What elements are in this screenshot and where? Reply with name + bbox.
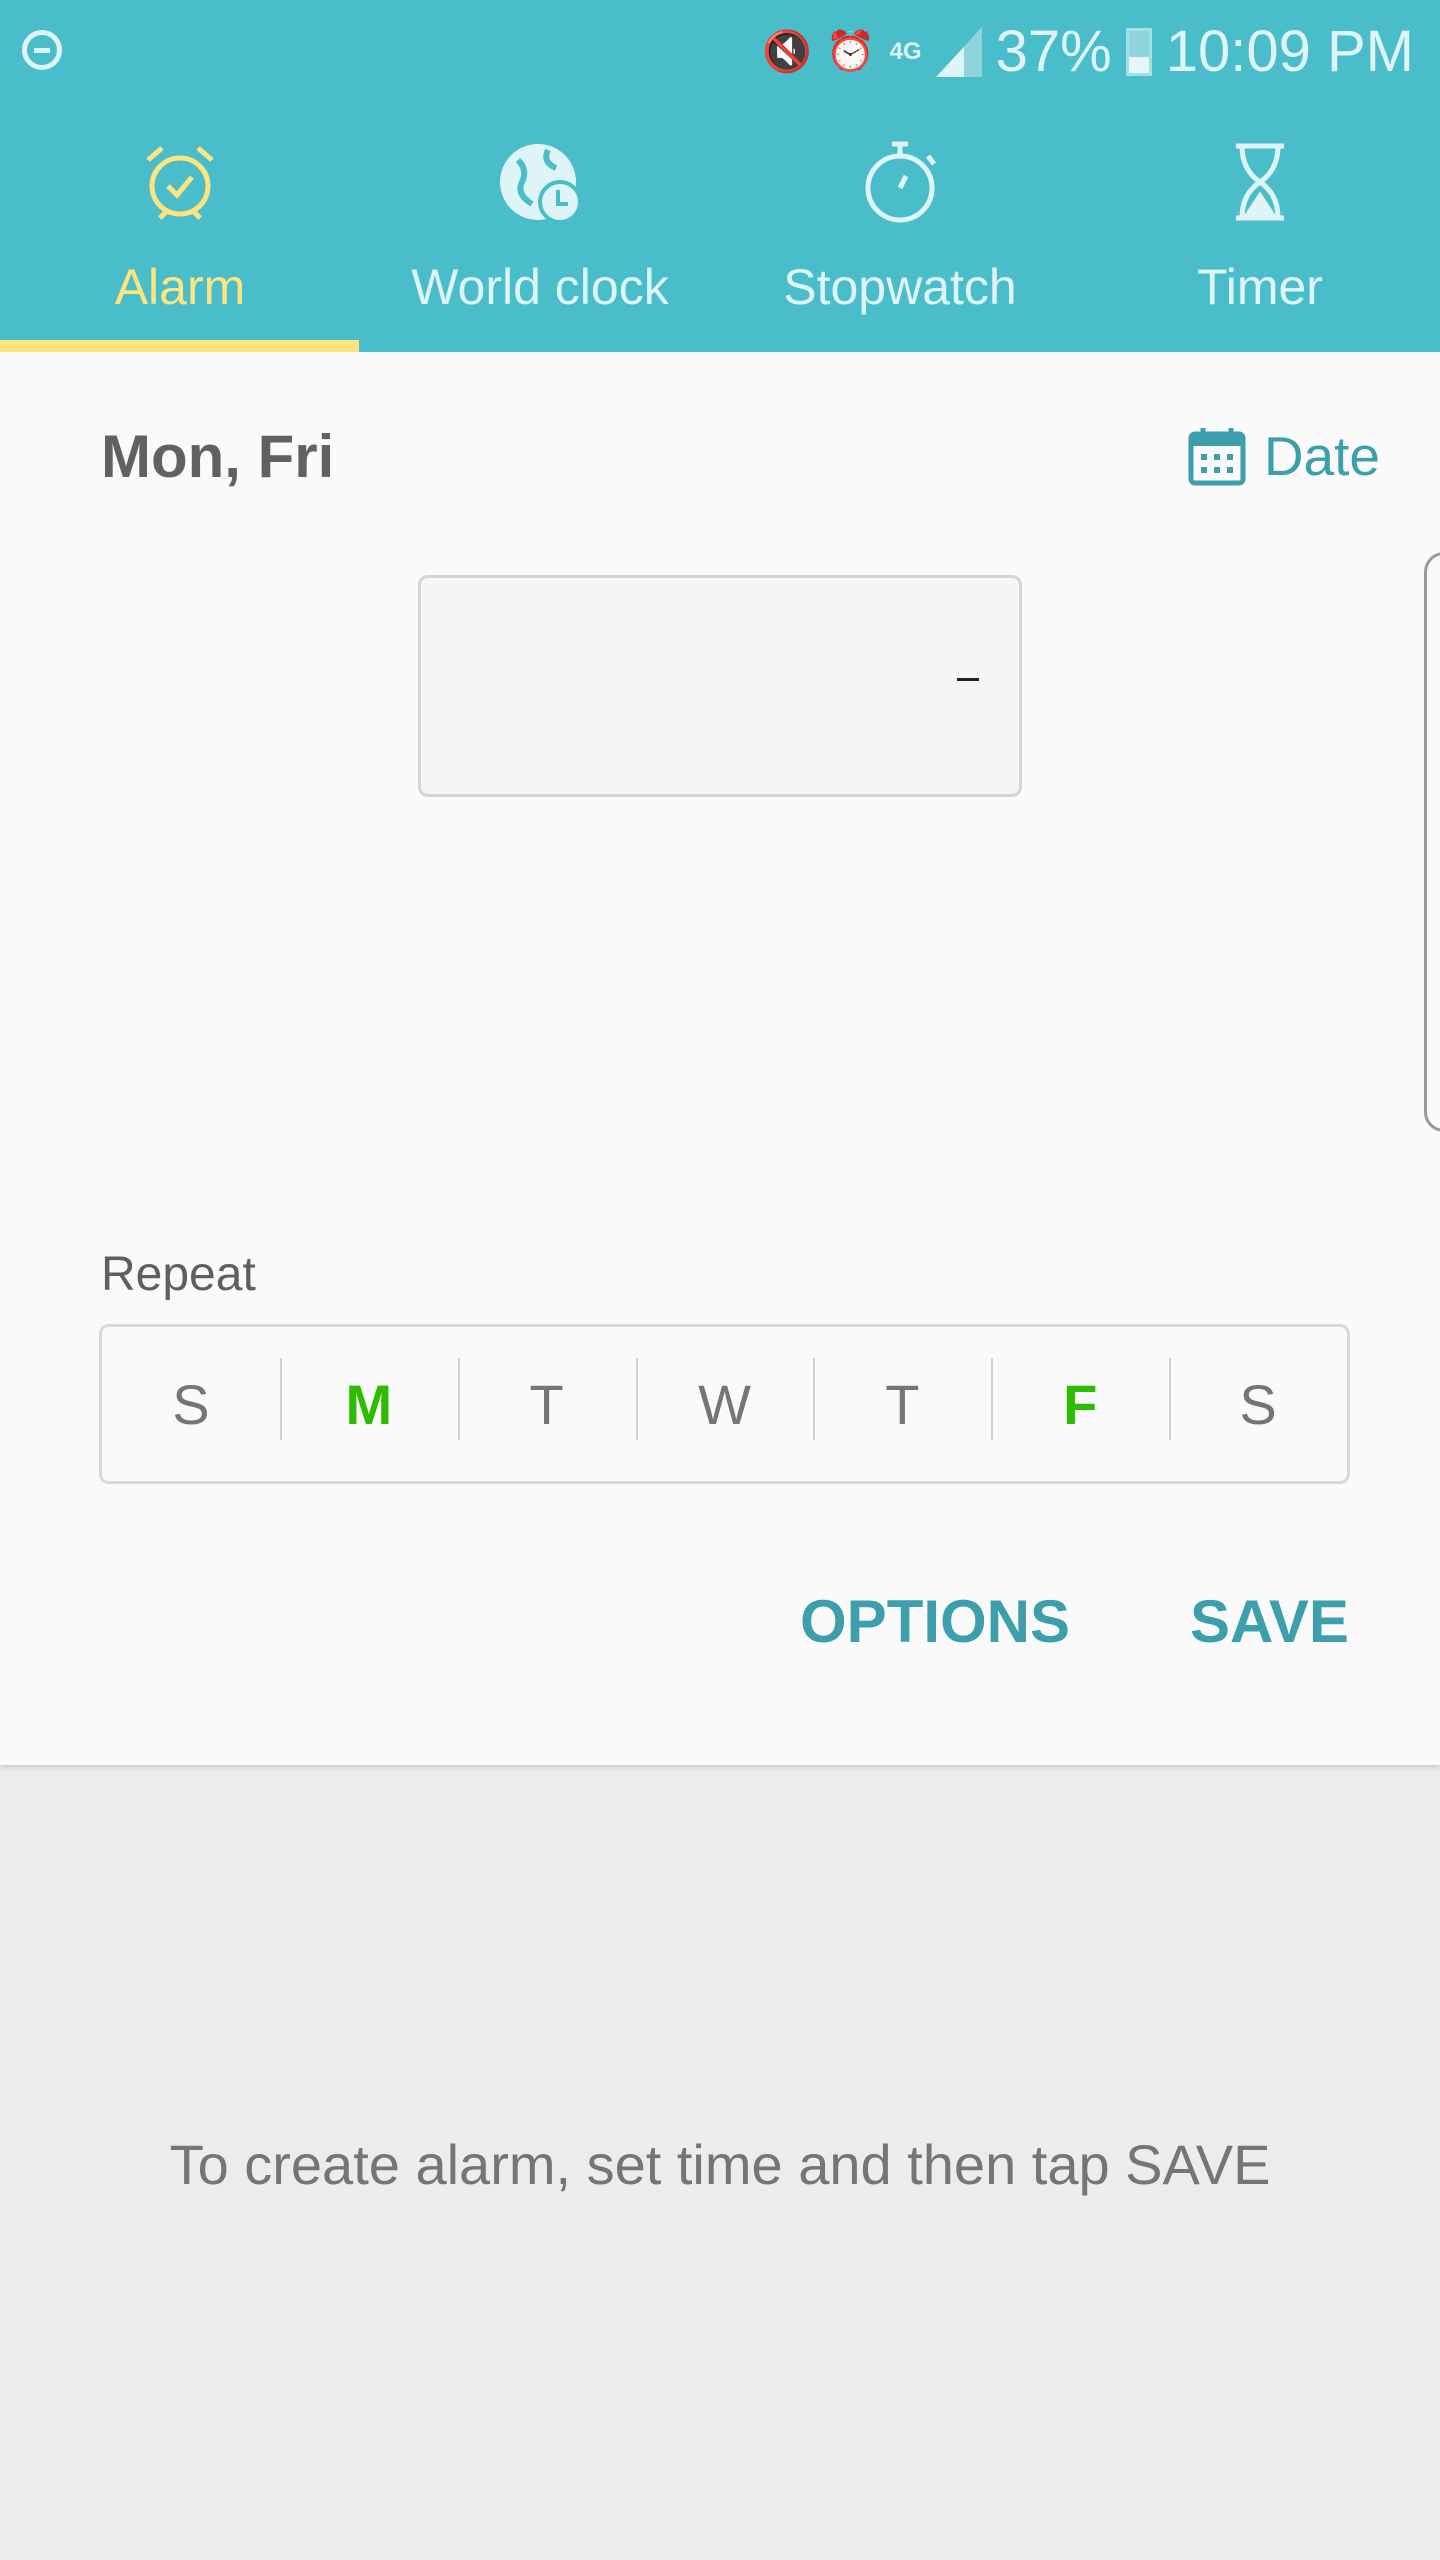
vibrate-mute-icon: 🔇: [762, 30, 812, 74]
day-wednesday[interactable]: W: [635, 1357, 814, 1440]
globe-clock-icon: [500, 144, 582, 224]
battery-percent: 37%: [995, 19, 1112, 84]
hourglass-icon: [1236, 143, 1284, 221]
tab-alarm[interactable]: Alarm: [0, 110, 360, 352]
tab-bar: Alarm World clock Stopwatch Timer: [0, 110, 1440, 352]
save-button[interactable]: SAVE: [1190, 1587, 1349, 1656]
alarm-editor: Mon, Fri Date Repeat S M T W T F S OPTIO…: [0, 352, 1440, 1765]
day-tuesday[interactable]: T: [457, 1357, 636, 1440]
active-tab-indicator: [0, 340, 359, 352]
alarm-icon: ⏰: [825, 30, 876, 74]
edge-panel-handle[interactable]: [1424, 552, 1440, 1132]
status-bar: 🔇 ⏰ 4G 37% 10:09 PM: [0, 0, 1440, 100]
empty-state-hint: To create alarm, set time and then tap S…: [169, 2133, 1271, 2196]
tab-label: Alarm: [114, 259, 246, 315]
day-thursday[interactable]: T: [813, 1357, 991, 1440]
tab-label: World clock: [411, 259, 669, 315]
tab-timer[interactable]: Timer: [1080, 110, 1440, 352]
battery-icon: [1125, 27, 1152, 76]
alarm-clock-icon: [146, 146, 214, 220]
day-sunday[interactable]: S: [102, 1372, 280, 1437]
day-monday[interactable]: M: [279, 1357, 458, 1440]
stopwatch-icon: [865, 141, 936, 223]
status-time: 10:09 PM: [1165, 19, 1414, 84]
repeat-summary: Mon, Fri: [101, 423, 335, 490]
signal-icon: [935, 26, 982, 77]
tab-label: Timer: [1197, 259, 1323, 315]
network-4g-icon: 4G: [889, 37, 922, 65]
am-pm-marker: [957, 678, 979, 681]
app-header: 🔇 ⏰ 4G 37% 10:09 PM Alarm World clock St…: [0, 0, 1440, 352]
day-friday[interactable]: F: [991, 1357, 1169, 1440]
tab-world-clock[interactable]: World clock: [360, 110, 720, 352]
do-not-disturb-icon: [22, 30, 62, 70]
date-button[interactable]: Date: [1188, 424, 1380, 488]
tab-stopwatch[interactable]: Stopwatch: [720, 110, 1080, 352]
date-label: Date: [1263, 425, 1380, 487]
tab-label: Stopwatch: [783, 259, 1017, 315]
repeat-label: Repeat: [101, 1248, 256, 1301]
calendar-icon: [1188, 428, 1246, 486]
repeat-day-selector: S M T W T F S: [99, 1324, 1350, 1484]
time-picker[interactable]: [418, 575, 1022, 797]
options-button[interactable]: OPTIONS: [800, 1587, 1070, 1656]
day-saturday[interactable]: S: [1169, 1357, 1347, 1440]
